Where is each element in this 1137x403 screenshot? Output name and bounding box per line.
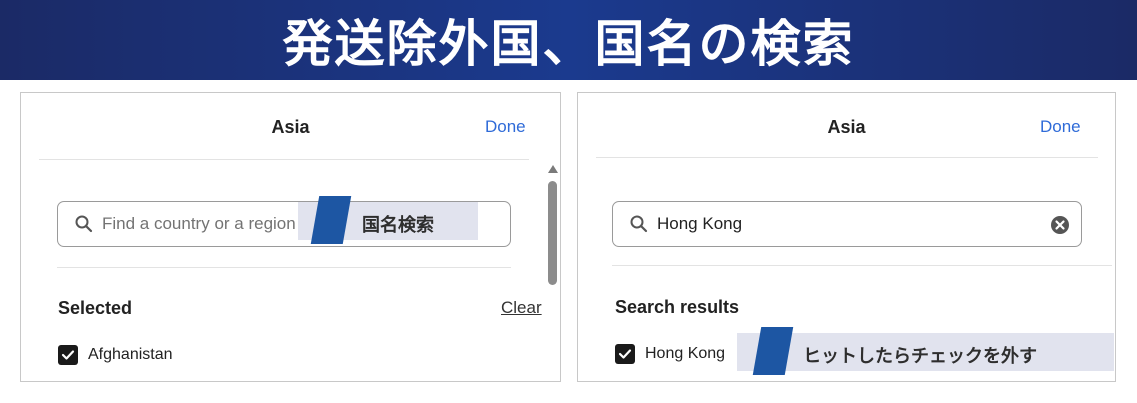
scroll-up-arrow-icon[interactable] [548, 165, 558, 173]
header-divider [596, 157, 1098, 158]
search-icon [630, 215, 648, 233]
clear-circle-icon[interactable] [1049, 214, 1071, 236]
checkbox-checked[interactable] [58, 345, 78, 365]
clear-button[interactable]: Clear [501, 298, 542, 318]
callout-accent-bar [752, 327, 794, 375]
section-title-selected: Selected [58, 298, 133, 318]
callout-text: 国名検索 [362, 215, 434, 236]
callout-uncheck-hint: ヒットしたらチェックを外す [737, 327, 1114, 375]
checkmark-icon [61, 350, 75, 360]
panel-title: Asia [271, 117, 310, 137]
checkmark-icon [618, 349, 632, 359]
header-divider [39, 159, 529, 160]
banner-title: 発送除外国、国名の検索 [282, 15, 855, 73]
section-title-search-results: Search results [615, 297, 740, 317]
done-button[interactable]: Done [485, 117, 526, 137]
region-panel-left: Asia Done Find a country or a region Sel… [20, 92, 561, 382]
done-button[interactable]: Done [1040, 117, 1081, 137]
search-icon [75, 215, 93, 233]
country-search-input[interactable]: Hong Kong [612, 201, 1082, 247]
country-label: Afghanistan [88, 346, 173, 363]
callout-text: ヒットしたらチェックを外す [803, 346, 1037, 367]
panel-header: Asia Done [21, 111, 560, 141]
checkbox-checked[interactable] [615, 344, 635, 364]
country-label: Hong Kong [645, 345, 726, 362]
search-divider [57, 267, 511, 268]
search-value: Hong Kong [657, 214, 743, 233]
panel-header: Asia Done [578, 111, 1115, 141]
banner: 発送除外国、国名の検索 [0, 0, 1137, 80]
list-item[interactable]: Afghanistan [58, 345, 173, 365]
search-placeholder: Find a country or a region [102, 214, 296, 233]
panel-title: Asia [827, 117, 866, 137]
callout-accent-bar [310, 196, 352, 244]
callout-search-hint: 国名検索 [298, 196, 478, 244]
scroll-thumb[interactable] [548, 181, 557, 285]
search-divider [612, 265, 1112, 266]
scrollbar[interactable] [547, 165, 559, 381]
list-item[interactable]: Hong Kong [615, 344, 725, 364]
